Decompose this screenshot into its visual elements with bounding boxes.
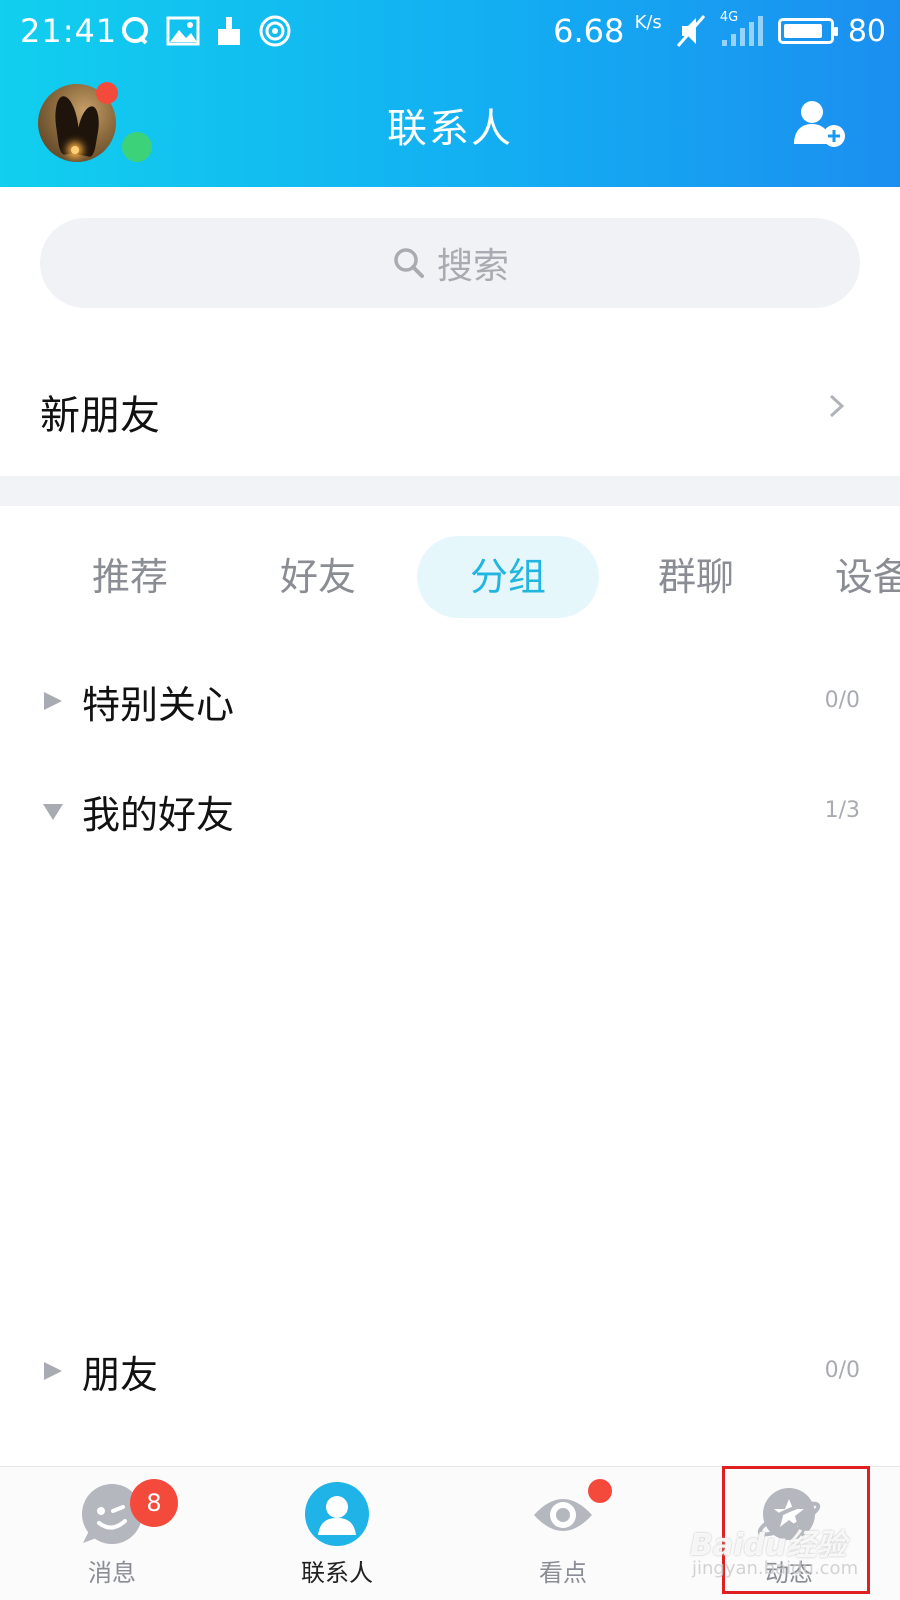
qq-notify-icon [122, 17, 148, 45]
collapsed-arrow-icon [44, 692, 62, 710]
search-icon [394, 248, 424, 278]
new-friends-row[interactable]: 新朋友 [0, 355, 900, 465]
nav-discover-label: 看点 [539, 1559, 587, 1587]
search-placeholder: 搜索 [436, 246, 509, 287]
tab-groups[interactable]: 分组 [417, 536, 599, 618]
unread-badge: 8 [130, 1479, 178, 1527]
contacts-icon [305, 1482, 369, 1546]
battery-icon [777, 18, 838, 44]
chevron-right-icon [829, 394, 845, 418]
battery-level: 80 [847, 13, 886, 49]
network-speed: 6.68 K/s [553, 12, 662, 50]
group-special-care[interactable]: 特别关心 0/0 [0, 662, 900, 742]
expanded-arrow-icon [43, 804, 63, 820]
group-name: 特别关心 [82, 683, 235, 727]
group-count: 0/0 [824, 688, 860, 713]
tab-friends[interactable]: 好友 [228, 536, 408, 618]
status-bar: 21:41 6.68 K/s 4G 80 [0, 0, 900, 64]
group-friends[interactable]: 朋友 0/0 [0, 1332, 900, 1412]
page-title: 联系人 [387, 106, 513, 152]
tab-recommend[interactable]: 推荐 [40, 536, 220, 618]
gallery-notify-icon [166, 16, 200, 46]
nav-contacts-label: 联系人 [301, 1559, 373, 1587]
new-friends-label: 新朋友 [40, 393, 160, 439]
tab-devices-label: 设备 [835, 555, 900, 599]
nav-messages-label: 消息 [88, 1559, 136, 1587]
nav-discover[interactable]: 看点 [488, 1467, 638, 1600]
group-name: 朋友 [82, 1353, 159, 1397]
hotspot-notify-icon [259, 15, 291, 47]
add-contact-icon[interactable] [790, 98, 850, 150]
tab-devices[interactable]: 设备 [835, 536, 900, 618]
group-count: 1/3 [824, 798, 860, 823]
signal-indicator: 4G [720, 10, 764, 48]
mute-icon [676, 15, 705, 47]
watermark-url: jingyan.baidu.com [692, 1558, 859, 1579]
status-right: 6.68 K/s 4G 80 [553, 10, 886, 50]
eye-icon [534, 1499, 592, 1531]
group-count: 0/0 [824, 1358, 860, 1383]
search-bar[interactable]: 搜索 [40, 218, 860, 308]
contact-tabs: 推荐 好友 分组 群聊 设备 [0, 536, 900, 618]
section-divider [0, 476, 900, 506]
group-my-friends[interactable]: 我的好友 1/3 [0, 772, 900, 852]
status-time: 21:41 [20, 12, 118, 50]
collapsed-arrow-icon [44, 1362, 62, 1380]
status-notification-icons [120, 14, 292, 48]
group-name: 我的好友 [82, 793, 235, 837]
cleaner-notify-icon [218, 17, 240, 45]
tab-group-chats[interactable]: 群聊 [606, 536, 786, 618]
discover-notification-dot [588, 1479, 612, 1503]
nav-contacts[interactable]: 联系人 [262, 1467, 412, 1600]
signal-icon [721, 16, 763, 46]
